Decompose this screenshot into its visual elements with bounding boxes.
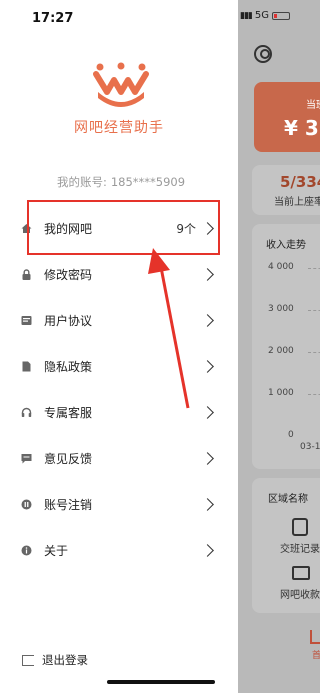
section-title: 区域名称	[268, 494, 308, 505]
menu-item-label: 隐私政策	[44, 359, 93, 374]
chevron-right-icon	[201, 267, 214, 281]
shortcut-label[interactable]: 网吧收款	[280, 586, 320, 601]
home-tab-icon[interactable]	[310, 630, 320, 644]
headset-icon	[21, 407, 32, 417]
menu-item-label: 意见反馈	[44, 451, 93, 466]
occupancy-card[interactable]: 5/334 当前上座率	[252, 165, 320, 215]
app-logo-icon	[93, 62, 149, 107]
logout-icon	[22, 654, 34, 666]
income-banner[interactable]: 当班 ¥ 33	[254, 82, 320, 152]
income-chart-card: 收入走势 4 000 3 000 2 000 1 000 0 03-1	[252, 224, 320, 469]
grid-line	[308, 394, 320, 395]
chart-tick: 4 000	[268, 262, 294, 272]
shortcuts-card: 区域名称 交班记录 网吧收款	[252, 478, 320, 613]
menu-item-about[interactable]: 关于	[0, 527, 238, 573]
shortcut-label[interactable]: 交班记录	[280, 540, 320, 555]
grid-line	[308, 310, 320, 311]
folder-icon[interactable]	[292, 566, 310, 580]
info-icon	[21, 545, 32, 555]
chevron-right-icon	[201, 313, 214, 327]
chart-tick: 1 000	[268, 388, 294, 398]
grid-line	[308, 268, 320, 269]
menu-item-label: 账号注销	[44, 497, 93, 512]
chevron-right-icon	[201, 497, 214, 511]
status-bar-right: ▮▮▮ 5G	[240, 10, 290, 21]
signal-icon: ▮▮▮	[240, 10, 253, 21]
menu-item-user-agreement[interactable]: 用户协议	[0, 297, 238, 343]
occupancy-label: 当前上座率	[274, 197, 320, 208]
menu-item-delete-account[interactable]: 账号注销	[0, 481, 238, 527]
chart-title: 收入走势	[266, 240, 306, 251]
status-time: 17:27	[32, 11, 74, 26]
account-number: 185****5909	[110, 175, 186, 189]
menu-item-label: 用户协议	[44, 313, 93, 328]
banner-label: 当班	[306, 100, 320, 111]
app-name: 网吧经营助手	[74, 120, 164, 136]
menu-item-change-password[interactable]: 修改密码	[0, 251, 238, 297]
file-icon	[22, 361, 31, 371]
chart-tick: 2 000	[268, 346, 294, 356]
menu-item-label: 专属客服	[44, 405, 93, 420]
pause-circle-icon	[21, 499, 32, 509]
menu-item-customer-service[interactable]: 专属客服	[0, 389, 238, 435]
occupancy-value: 5/334	[280, 173, 320, 191]
menu-item-feedback[interactable]: 意见反馈	[0, 435, 238, 481]
message-icon	[21, 453, 32, 463]
chart-tick: 0	[288, 430, 294, 440]
chevron-right-icon	[201, 451, 214, 465]
chart-x-tick: 03-1	[300, 442, 320, 452]
home-indicator	[107, 680, 215, 684]
menu-item-label: 修改密码	[44, 267, 93, 282]
profile-icon[interactable]	[254, 45, 272, 63]
menu-item-label: 关于	[44, 543, 69, 558]
chevron-right-icon	[201, 405, 214, 419]
menu-item-privacy-policy[interactable]: 隐私政策	[0, 343, 238, 389]
home-tab-label[interactable]: 首	[312, 648, 320, 661]
chart-tick: 3 000	[268, 304, 294, 314]
highlight-box	[27, 200, 220, 255]
banner-value: ¥ 33	[284, 116, 320, 140]
chevron-right-icon	[201, 359, 214, 373]
document-icon	[21, 315, 32, 325]
record-icon[interactable]	[292, 518, 308, 536]
grid-line	[308, 352, 320, 353]
side-drawer: 17:27 网吧经营助手 我的账号: 185****5909 我的网吧 9个 修改…	[0, 0, 238, 693]
network-label: 5G	[254, 10, 269, 21]
battery-icon	[271, 11, 290, 20]
account-label: 我的账号:	[56, 175, 107, 189]
background-app: ▮▮▮ 5G 当班 ¥ 33 5/334 当前上座率 收入走势 4 000 3 …	[238, 0, 320, 693]
logout-button[interactable]: 退出登录	[22, 652, 88, 668]
chevron-right-icon	[201, 543, 214, 557]
account-info: 我的账号: 185****5909	[0, 174, 238, 190]
lock-icon	[22, 268, 31, 280]
logout-label: 退出登录	[42, 653, 88, 667]
